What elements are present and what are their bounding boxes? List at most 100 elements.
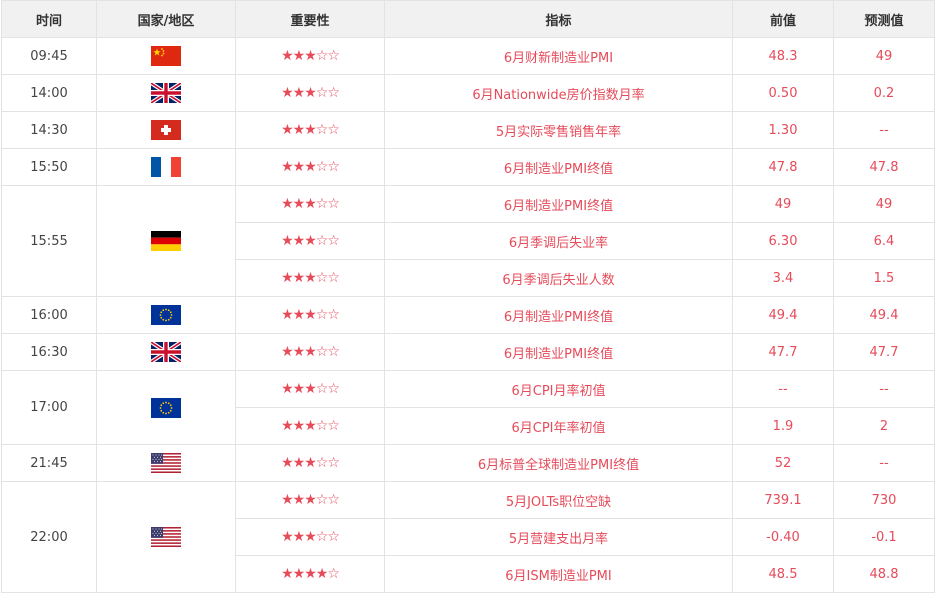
forecast-cell: 47.8 [833, 148, 935, 186]
importance-cell: ★★★☆☆ [235, 518, 385, 556]
star-filled-icon: ★ [304, 270, 317, 286]
country-cell [96, 481, 236, 593]
importance-cell: ★★★★☆ [235, 555, 385, 593]
previous-cell: 49 [732, 185, 834, 223]
country-cell [96, 74, 236, 112]
star-empty-icon: ☆ [315, 492, 329, 508]
importance-stars: ★★★☆☆ [281, 159, 340, 175]
previous-cell: 0.50 [732, 74, 834, 112]
country-cell [96, 296, 236, 334]
star-filled-icon: ★ [292, 566, 306, 582]
table-header-row: 时间 国家/地区 重要性 指标 前值 预测值 [1, 0, 935, 38]
uk-flag-icon [151, 83, 181, 103]
star-filled-icon: ★ [292, 270, 306, 286]
star-filled-icon: ★ [304, 529, 317, 545]
importance-cell: ★★★☆☆ [235, 444, 385, 482]
forecast-cell: 49 [833, 37, 935, 75]
star-filled-icon: ★ [292, 233, 306, 249]
country-cell [96, 444, 236, 482]
importance-stars: ★★★☆☆ [281, 196, 340, 212]
star-filled-icon: ★ [292, 381, 306, 397]
importance-stars: ★★★☆☆ [281, 529, 340, 545]
time-cell: 22:00 [1, 481, 97, 593]
importance-stars: ★★★☆☆ [281, 381, 340, 397]
star-filled-icon: ★ [281, 455, 294, 471]
header-time: 时间 [1, 0, 97, 38]
header-forecast: 预测值 [833, 0, 935, 38]
eu-flag-icon [151, 305, 181, 325]
forecast-cell: -- [833, 111, 935, 149]
star-filled-icon: ★ [292, 529, 306, 545]
table-row: 15:50 ★★★☆☆ 6月制造业PMI终值 47.8 47.8 [1, 148, 935, 186]
previous-cell: 47.7 [732, 333, 834, 371]
star-empty-icon: ☆ [327, 307, 340, 323]
indicator-cell: 6月制造业PMI终值 [384, 296, 733, 334]
table-row: 16:00 ★★★☆☆ 6月制造业PMI终值 49.4 49.4 [1, 296, 935, 334]
header-country: 国家/地区 [96, 0, 236, 38]
star-filled-icon: ★ [281, 85, 294, 101]
star-filled-icon: ★ [281, 492, 294, 508]
eu-flag-icon [151, 397, 181, 418]
indicator-cell: 6月制造业PMI终值 [384, 185, 733, 223]
star-filled-icon: ★ [292, 344, 306, 360]
star-empty-icon: ☆ [327, 381, 340, 397]
star-empty-icon: ☆ [327, 196, 340, 212]
time-cell: 16:00 [1, 296, 97, 334]
star-empty-icon: ☆ [327, 418, 340, 434]
indicator-cell: 6月ISM制造业PMI [384, 555, 733, 593]
star-filled-icon: ★ [281, 344, 294, 360]
star-filled-icon: ★ [304, 85, 317, 101]
importance-cell: ★★★☆☆ [235, 185, 385, 223]
star-empty-icon: ☆ [327, 233, 340, 249]
france-flag-icon [151, 157, 181, 177]
star-filled-icon: ★ [281, 159, 294, 175]
star-empty-icon: ☆ [315, 196, 329, 212]
star-empty-icon: ☆ [315, 344, 329, 360]
star-empty-icon: ☆ [315, 307, 329, 323]
star-empty-icon: ☆ [315, 122, 329, 138]
header-importance: 重要性 [235, 0, 385, 38]
star-empty-icon: ☆ [327, 270, 340, 286]
country-cell [96, 148, 236, 186]
importance-cell: ★★★☆☆ [235, 407, 385, 445]
star-empty-icon: ☆ [327, 455, 340, 471]
star-filled-icon: ★ [281, 270, 294, 286]
previous-cell: 49.4 [732, 296, 834, 334]
time-cell: 15:55 [1, 185, 97, 297]
star-filled-icon: ★ [304, 566, 317, 582]
indicator-cell: 6月CPI月率初值 [384, 370, 733, 408]
star-empty-icon: ☆ [315, 48, 329, 64]
indicator-cell: 5月营建支出月率 [384, 518, 733, 556]
star-filled-icon: ★ [304, 307, 317, 323]
star-filled-icon: ★ [292, 85, 306, 101]
star-filled-icon: ★ [281, 529, 294, 545]
star-empty-icon: ☆ [327, 566, 340, 582]
star-filled-icon: ★ [304, 233, 317, 249]
star-filled-icon: ★ [281, 418, 294, 434]
indicator-cell: 6月季调后失业人数 [384, 259, 733, 297]
importance-stars: ★★★☆☆ [281, 418, 340, 434]
importance-cell: ★★★☆☆ [235, 37, 385, 75]
star-empty-icon: ☆ [327, 85, 340, 101]
forecast-cell: 0.2 [833, 74, 935, 112]
previous-cell: 6.30 [732, 222, 834, 260]
star-filled-icon: ★ [304, 48, 317, 64]
forecast-cell: 49.4 [833, 296, 935, 334]
importance-stars: ★★★☆☆ [281, 492, 340, 508]
star-empty-icon: ☆ [315, 381, 329, 397]
forecast-cell: 48.8 [833, 555, 935, 593]
star-empty-icon: ☆ [315, 455, 329, 471]
country-cell [96, 111, 236, 149]
country-cell [96, 37, 236, 75]
importance-stars: ★★★☆☆ [281, 122, 340, 138]
star-empty-icon: ☆ [327, 48, 340, 64]
previous-cell: -0.40 [732, 518, 834, 556]
star-filled-icon: ★ [281, 307, 294, 323]
star-filled-icon: ★ [292, 418, 306, 434]
star-empty-icon: ☆ [327, 122, 340, 138]
time-cell: 14:30 [1, 111, 97, 149]
star-filled-icon: ★ [304, 492, 317, 508]
importance-stars: ★★★☆☆ [281, 48, 340, 64]
star-filled-icon: ★ [292, 455, 306, 471]
economic-calendar-table: 时间 国家/地区 重要性 指标 前值 预测值 09:45 ★★★☆☆ 6月财新制… [1, 0, 935, 593]
